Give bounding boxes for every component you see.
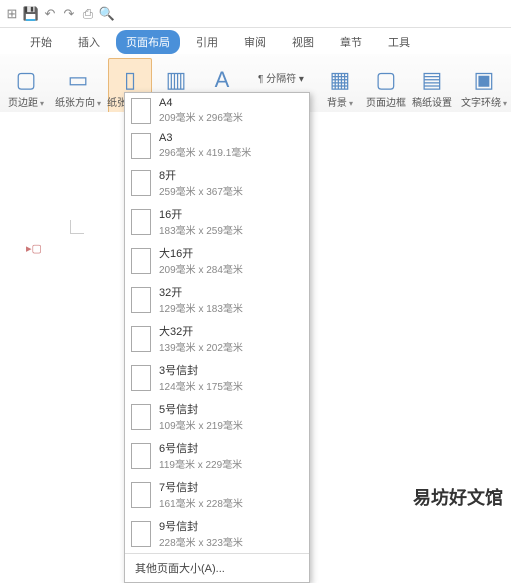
page-icon: [131, 98, 151, 124]
page-icon: [131, 365, 151, 391]
ribbon-页面边框[interactable]: ▢页面边框: [364, 58, 408, 118]
redo-icon[interactable]: ↷: [61, 6, 77, 22]
page-icon: [131, 133, 151, 159]
app-icon[interactable]: ⊞: [4, 6, 20, 22]
outline-icon[interactable]: ▸▢: [26, 242, 42, 255]
size-32开[interactable]: 32开129毫米 x 183毫米: [125, 280, 309, 319]
menu-插入[interactable]: 插入: [68, 30, 110, 54]
menu-工具[interactable]: 工具: [378, 30, 420, 54]
size-8开[interactable]: 8开259毫米 x 367毫米: [125, 163, 309, 202]
size-大32开[interactable]: 大32开139毫米 x 202毫米: [125, 319, 309, 358]
size-A4[interactable]: A4209毫米 x 296毫米: [125, 93, 309, 128]
size-7号信封[interactable]: 7号信封161毫米 x 228毫米: [125, 475, 309, 514]
page-icon: [131, 170, 151, 196]
menu-审阅[interactable]: 审阅: [234, 30, 276, 54]
page-icon: [131, 521, 151, 547]
top-toolbar: ⊞ 💾 ↶ ↷ ⎙ 🔍: [0, 0, 511, 28]
menu-bar: 开始插入页面布局引用审阅视图章节工具: [0, 28, 511, 54]
menu-开始[interactable]: 开始: [20, 30, 62, 54]
ribbon-文字环绕[interactable]: ▣文字环绕▾: [462, 58, 506, 118]
page-corner: [70, 220, 84, 234]
undo-icon[interactable]: ↶: [42, 6, 58, 22]
page-icon: [131, 248, 151, 274]
size-6号信封[interactable]: 6号信封119毫米 x 229毫米: [125, 436, 309, 475]
size-大16开[interactable]: 大16开209毫米 x 284毫米: [125, 241, 309, 280]
page-icon: [131, 404, 151, 430]
size-3号信封[interactable]: 3号信封124毫米 x 175毫米: [125, 358, 309, 397]
ribbon-页边距[interactable]: ▢页边距▾: [4, 58, 48, 118]
ribbon-背景[interactable]: ▦背景▾: [318, 58, 362, 118]
page-icon: [131, 287, 151, 313]
ribbon-稿纸设置[interactable]: ▤稿纸设置: [410, 58, 454, 118]
paper-size-dropdown: A4209毫米 x 296毫米A3296毫米 x 419.1毫米8开259毫米 …: [124, 92, 310, 583]
size-5号信封[interactable]: 5号信封109毫米 x 219毫米: [125, 397, 309, 436]
save-icon[interactable]: 💾: [23, 6, 39, 22]
print-icon[interactable]: ⎙: [80, 6, 96, 22]
other-sizes[interactable]: 其他页面大小(A)...: [125, 553, 309, 582]
page-icon: [131, 443, 151, 469]
page-icon: [131, 326, 151, 352]
preview-icon[interactable]: 🔍: [99, 6, 115, 22]
ribbon-纸张方向[interactable]: ▭纸张方向▾: [56, 58, 100, 118]
menu-页面布局[interactable]: 页面布局: [116, 30, 180, 54]
ribbon-分隔符[interactable]: ¶ 分隔符 ▾: [254, 68, 308, 87]
size-A3[interactable]: A3296毫米 x 419.1毫米: [125, 128, 309, 163]
menu-章节[interactable]: 章节: [330, 30, 372, 54]
size-9号信封[interactable]: 9号信封228毫米 x 323毫米: [125, 514, 309, 553]
page-icon: [131, 482, 151, 508]
size-16开[interactable]: 16开183毫米 x 259毫米: [125, 202, 309, 241]
menu-引用[interactable]: 引用: [186, 30, 228, 54]
menu-视图[interactable]: 视图: [282, 30, 324, 54]
page-icon: [131, 209, 151, 235]
watermark: 易坊好文馆: [413, 484, 503, 510]
